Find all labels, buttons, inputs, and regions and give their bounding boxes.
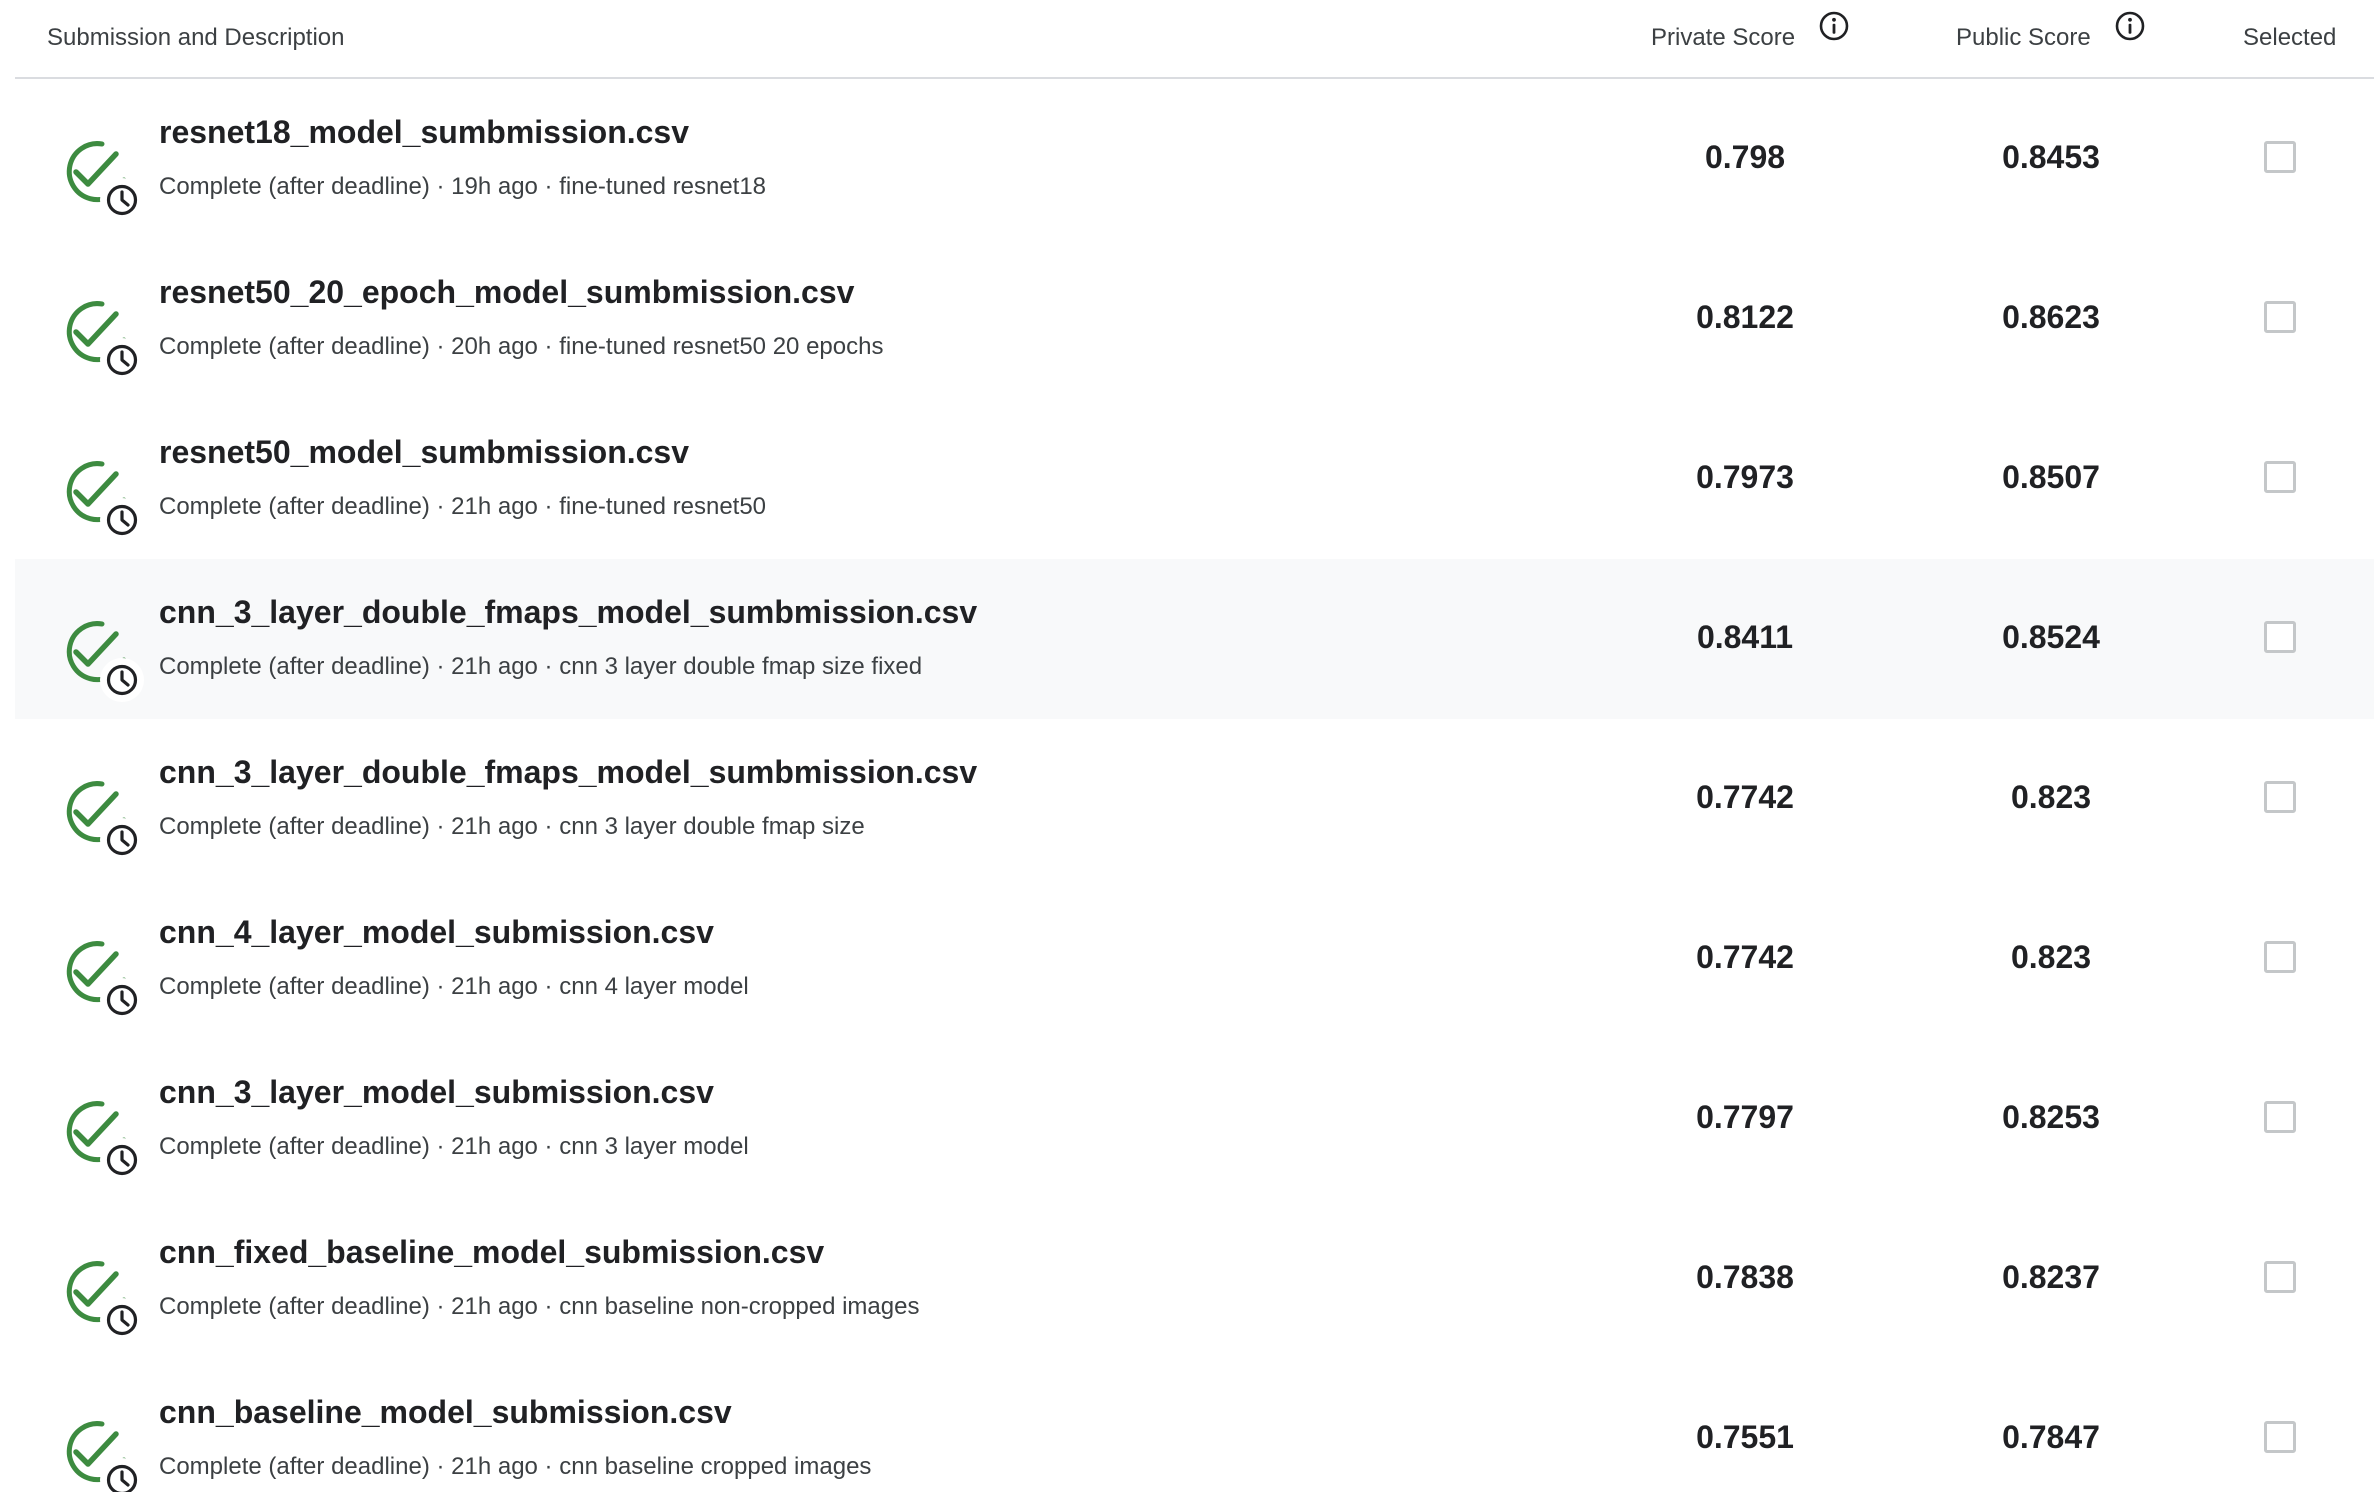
info-icon[interactable]: [2114, 10, 2146, 42]
selected-checkbox[interactable]: [2264, 461, 2296, 493]
public-score-value: 0.7847: [2002, 1419, 2100, 1455]
submission-filename[interactable]: resnet50_20_epoch_model_sumbmission.csv: [159, 276, 854, 308]
submission-filename[interactable]: cnn_3_layer_model_submission.csv: [159, 1076, 714, 1108]
submission-description: Complete (after deadline) · 21h ago · fi…: [159, 493, 767, 520]
private-score-value: 0.7742: [1696, 939, 1794, 975]
submissions-list: resnet18_model_sumbmission.csv Complete …: [15, 79, 2374, 1492]
public-score-value: 0.8507: [2002, 459, 2100, 495]
submission-row[interactable]: cnn_3_layer_double_fmaps_model_sumbmissi…: [15, 559, 2374, 719]
submission-filename[interactable]: cnn_baseline_model_submission.csv: [159, 1396, 732, 1428]
check-complete-clock-icon: [66, 141, 144, 222]
submission-row[interactable]: cnn_3_layer_model_submission.csv Complet…: [15, 1039, 2374, 1199]
selected-checkbox[interactable]: [2264, 1261, 2296, 1293]
private-score-value: 0.7551: [1696, 1419, 1794, 1455]
public-score-value: 0.8237: [2002, 1259, 2100, 1295]
selected-checkbox[interactable]: [2264, 1421, 2296, 1453]
selected-checkbox[interactable]: [2264, 141, 2296, 173]
submission-description: Complete (after deadline) · 21h ago · cn…: [159, 1133, 749, 1160]
submission-description: Complete (after deadline) · 21h ago · cn…: [159, 653, 923, 680]
header-submission-description: Submission and Description: [47, 24, 345, 51]
submission-description: Complete (after deadline) · 21h ago · cn…: [159, 1293, 920, 1320]
selected-checkbox[interactable]: [2264, 621, 2296, 653]
selected-checkbox[interactable]: [2264, 781, 2296, 813]
submission-row[interactable]: cnn_baseline_model_submission.csv Comple…: [15, 1359, 2374, 1492]
public-score-value: 0.8524: [2002, 619, 2100, 655]
submission-description: Complete (after deadline) · 21h ago · cn…: [159, 813, 865, 840]
public-score-value: 0.8623: [2002, 299, 2100, 335]
submission-filename[interactable]: resnet18_model_sumbmission.csv: [159, 116, 689, 148]
public-score-value: 0.823: [2010, 779, 2092, 815]
private-score-value: 0.8122: [1696, 299, 1794, 335]
private-score-value: 0.798: [1704, 139, 1786, 175]
submission-row[interactable]: resnet50_20_epoch_model_sumbmission.csv …: [15, 239, 2374, 399]
submission-row[interactable]: resnet18_model_sumbmission.csv Complete …: [15, 79, 2374, 239]
selected-checkbox[interactable]: [2264, 1101, 2296, 1133]
submission-filename[interactable]: cnn_3_layer_double_fmaps_model_sumbmissi…: [159, 596, 977, 628]
submission-filename[interactable]: cnn_3_layer_double_fmaps_model_sumbmissi…: [159, 756, 977, 788]
header-selected: Selected: [2243, 24, 2337, 51]
submissions-page: Submission and Description Private Score…: [0, 0, 2374, 1492]
selected-checkbox[interactable]: [2264, 301, 2296, 333]
selected-checkbox[interactable]: [2264, 941, 2296, 973]
check-complete-clock-icon: [66, 1421, 144, 1492]
submission-row[interactable]: resnet50_model_sumbmission.csv Complete …: [15, 399, 2374, 559]
check-complete-clock-icon: [66, 1261, 144, 1342]
private-score-value: 0.7797: [1696, 1099, 1794, 1135]
private-score-value: 0.8411: [1696, 619, 1794, 655]
check-complete-clock-icon: [66, 461, 144, 542]
submission-row[interactable]: cnn_fixed_baseline_model_submission.csv …: [15, 1199, 2374, 1359]
submission-filename[interactable]: resnet50_model_sumbmission.csv: [159, 436, 689, 468]
private-score-value: 0.7742: [1696, 779, 1794, 815]
public-score-value: 0.8253: [2002, 1099, 2100, 1135]
check-complete-clock-icon: [66, 1101, 144, 1182]
private-score-value: 0.7838: [1696, 1259, 1794, 1295]
info-icon[interactable]: [1818, 10, 1850, 42]
submission-description: Complete (after deadline) · 19h ago · fi…: [159, 173, 767, 200]
check-complete-clock-icon: [66, 781, 144, 862]
private-score-value: 0.7973: [1696, 459, 1794, 495]
table-header: Submission and Description Private Score…: [15, 0, 2374, 79]
submission-description: Complete (after deadline) · 20h ago · fi…: [159, 333, 884, 360]
submission-row[interactable]: cnn_4_layer_model_submission.csv Complet…: [15, 879, 2374, 1039]
public-score-value: 0.8453: [2002, 139, 2100, 175]
header-private-score: Private Score: [1651, 24, 1796, 51]
submission-row[interactable]: cnn_3_layer_double_fmaps_model_sumbmissi…: [15, 719, 2374, 879]
submission-filename[interactable]: cnn_4_layer_model_submission.csv: [159, 916, 714, 948]
submission-filename[interactable]: cnn_fixed_baseline_model_submission.csv: [159, 1236, 824, 1268]
check-complete-clock-icon: [66, 941, 144, 1022]
header-public-score: Public Score: [1956, 24, 2091, 51]
submission-description: Complete (after deadline) · 21h ago · cn…: [159, 973, 749, 1000]
public-score-value: 0.823: [2010, 939, 2092, 975]
check-complete-clock-icon: [66, 621, 144, 702]
check-complete-clock-icon: [66, 301, 144, 382]
submission-description: Complete (after deadline) · 21h ago · cn…: [159, 1453, 872, 1480]
